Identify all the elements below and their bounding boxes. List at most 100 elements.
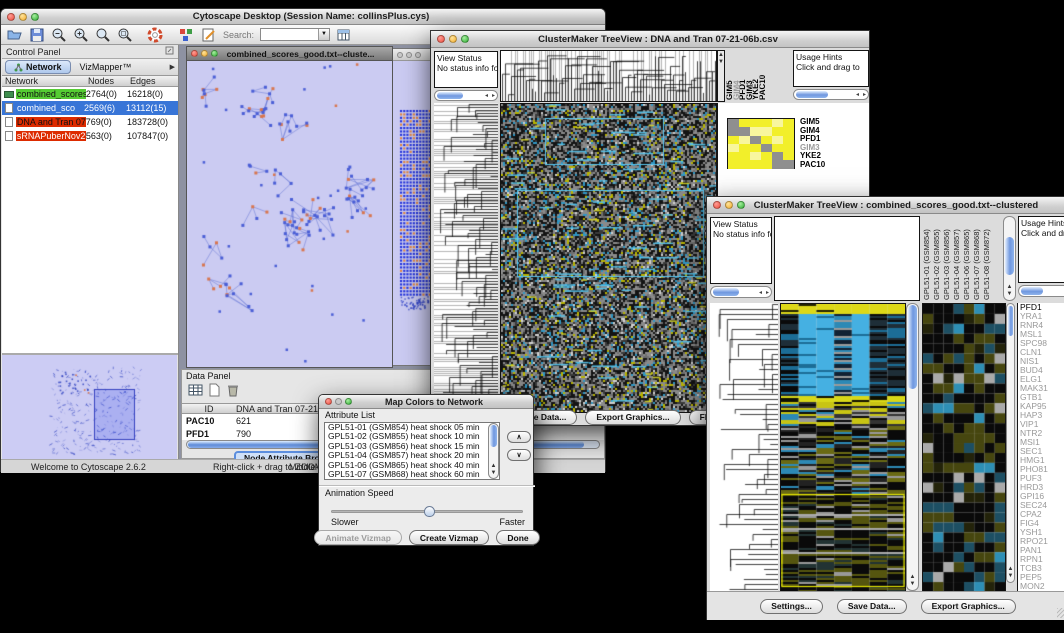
matrix-cell[interactable] [772, 136, 783, 144]
scroll-right-arrow[interactable]: ▸ [492, 91, 495, 100]
similarity-matrix[interactable] [727, 118, 795, 169]
export-graphics-button[interactable]: Export Graphics... [921, 599, 1016, 614]
matrix-cell[interactable] [772, 119, 783, 127]
minimize-button[interactable] [335, 398, 342, 405]
attribute-list[interactable]: GPL51-01 (GSM854) heat shock 05 minGPL51… [324, 422, 500, 480]
matrix-cell[interactable] [728, 119, 739, 127]
slider-thumb[interactable] [424, 506, 435, 517]
heatmap-vscrollbar[interactable]: ▲▼ [906, 303, 919, 591]
save-icon[interactable] [29, 27, 45, 43]
done-button[interactable]: Done [496, 530, 539, 545]
matrix-cell[interactable] [783, 152, 794, 160]
network-canvas[interactable] [187, 61, 392, 367]
network-row[interactable]: sRNAPuberNov2+563(0)107847(0) [2, 129, 178, 143]
netview-minimize-button[interactable] [201, 50, 208, 57]
matrix-cell[interactable] [772, 152, 783, 160]
col-edges[interactable]: Edges [130, 76, 156, 86]
zoom-button[interactable] [31, 13, 39, 21]
gene-list[interactable]: PFD1YRA1RNR4MSL1SPC98CLN1NIS1BUD4ELG1MAK… [1017, 303, 1064, 591]
minimize-button[interactable] [449, 35, 457, 43]
annotation-icon[interactable] [201, 27, 217, 43]
network-row[interactable]: combined_sco2569(6)13112(15) [2, 101, 178, 115]
matrix-cell[interactable] [750, 127, 761, 135]
float-panel-icon[interactable] [165, 46, 174, 57]
export-graphics-button[interactable]: Export Graphics... [585, 410, 680, 425]
network-row[interactable]: DNA and Tran 07769(0)183728(0) [2, 115, 178, 129]
matrix-cell[interactable] [783, 160, 794, 168]
settings-button[interactable]: Settings... [760, 599, 823, 614]
tab-overflow-arrow[interactable]: ▶ [170, 63, 175, 71]
usage-hints-hscrollbar[interactable]: ◂▸ [793, 89, 869, 100]
main-heatmap-canvas[interactable] [500, 103, 717, 413]
matrix-cell[interactable] [750, 136, 761, 144]
dialog-titlebar[interactable]: Map Colors to Network [319, 395, 533, 409]
import-table-icon[interactable] [336, 27, 352, 43]
gene-list-item[interactable]: MON2 [1020, 582, 1064, 591]
matrix-cell[interactable] [739, 160, 750, 168]
view-status-hscrollbar[interactable]: ◂ ▸ [434, 90, 498, 101]
treeview1-titlebar[interactable]: ClusterMaker TreeView : DNA and Tran 07-… [431, 31, 869, 48]
search-dropdown-arrow[interactable]: ▼ [318, 29, 329, 40]
attribute-table-icon[interactable] [188, 383, 203, 402]
data-col-id[interactable]: ID [182, 404, 236, 414]
zoom-in-icon[interactable] [73, 27, 89, 43]
zoom-out-icon[interactable] [51, 27, 67, 43]
minimize-button[interactable] [725, 201, 733, 209]
matrix-cell[interactable] [783, 127, 794, 135]
matrix-cell[interactable] [761, 119, 772, 127]
close-button[interactable] [437, 35, 445, 43]
new-attribute-icon[interactable] [208, 383, 221, 402]
animation-speed-slider[interactable] [331, 510, 523, 513]
matrix-cell[interactable] [739, 127, 750, 135]
matrix-cell[interactable] [750, 119, 761, 127]
matrix-cell[interactable] [761, 127, 772, 135]
column-dendrogram-canvas[interactable] [500, 50, 717, 102]
move-up-button[interactable]: ∧ [507, 431, 531, 443]
matrix-cell[interactable] [783, 136, 794, 144]
search-input[interactable]: ▼ [260, 28, 330, 41]
zoom-button[interactable] [737, 201, 745, 209]
inactive-close-button[interactable] [397, 52, 403, 58]
zoom-heatmap-canvas[interactable] [922, 303, 1006, 593]
treeview2-titlebar[interactable]: ClusterMaker TreeView : combined_scores_… [707, 197, 1064, 214]
matrix-cell[interactable] [728, 152, 739, 160]
window-controls[interactable] [7, 13, 39, 21]
close-button[interactable] [7, 13, 15, 21]
create-vizmap-button[interactable]: Create Vizmap [409, 530, 489, 545]
matrix-cell[interactable] [750, 160, 761, 168]
main-titlebar[interactable]: Cytoscape Desktop (Session Name: collins… [1, 9, 605, 25]
network-canvas-2[interactable] [393, 61, 433, 365]
network-view-window-2[interactable] [392, 48, 434, 366]
matrix-cell[interactable] [761, 152, 772, 160]
network-row[interactable]: combined_scores2764(0)16218(0) [2, 87, 178, 101]
tab-vizmapper[interactable]: VizMapper™ [74, 62, 138, 72]
matrix-cell[interactable] [750, 152, 761, 160]
matrix-cell[interactable] [783, 144, 794, 152]
close-button[interactable] [713, 201, 721, 209]
matrix-cell[interactable] [728, 160, 739, 168]
network-overview-canvas[interactable] [2, 355, 177, 459]
top-vscrollbar[interactable]: ▲▼ [1003, 216, 1016, 301]
open-folder-icon[interactable] [7, 27, 23, 43]
matrix-cell[interactable] [772, 127, 783, 135]
attribute-item[interactable]: GPL51-07 (GSM868) heat shock 60 min [325, 470, 499, 479]
col-network[interactable]: Network [2, 76, 88, 86]
matrix-cell[interactable] [783, 119, 794, 127]
matrix-cell[interactable] [739, 152, 750, 160]
matrix-cell[interactable] [739, 119, 750, 127]
row-dendrogram-canvas[interactable] [710, 303, 778, 591]
matrix-cell[interactable] [739, 136, 750, 144]
network-overview-panel[interactable] [2, 353, 178, 459]
save-data-button[interactable]: Save Data... [837, 599, 907, 614]
zoom-selected-icon[interactable] [117, 27, 133, 43]
attribute-list-vscrollbar[interactable]: ▲▼ [488, 423, 499, 479]
help-lifesaver-icon[interactable] [147, 27, 163, 43]
col-nodes[interactable]: Nodes [88, 76, 130, 86]
matrix-cell[interactable] [772, 160, 783, 168]
network-view-window[interactable]: combined_scores_good.txt--cluste... [186, 46, 393, 368]
matrix-cell[interactable] [750, 144, 761, 152]
vizmapper-icon[interactable] [179, 27, 195, 43]
matrix-cell[interactable] [739, 144, 750, 152]
zoom-button[interactable] [345, 398, 352, 405]
zoom-fit-icon[interactable] [95, 27, 111, 43]
